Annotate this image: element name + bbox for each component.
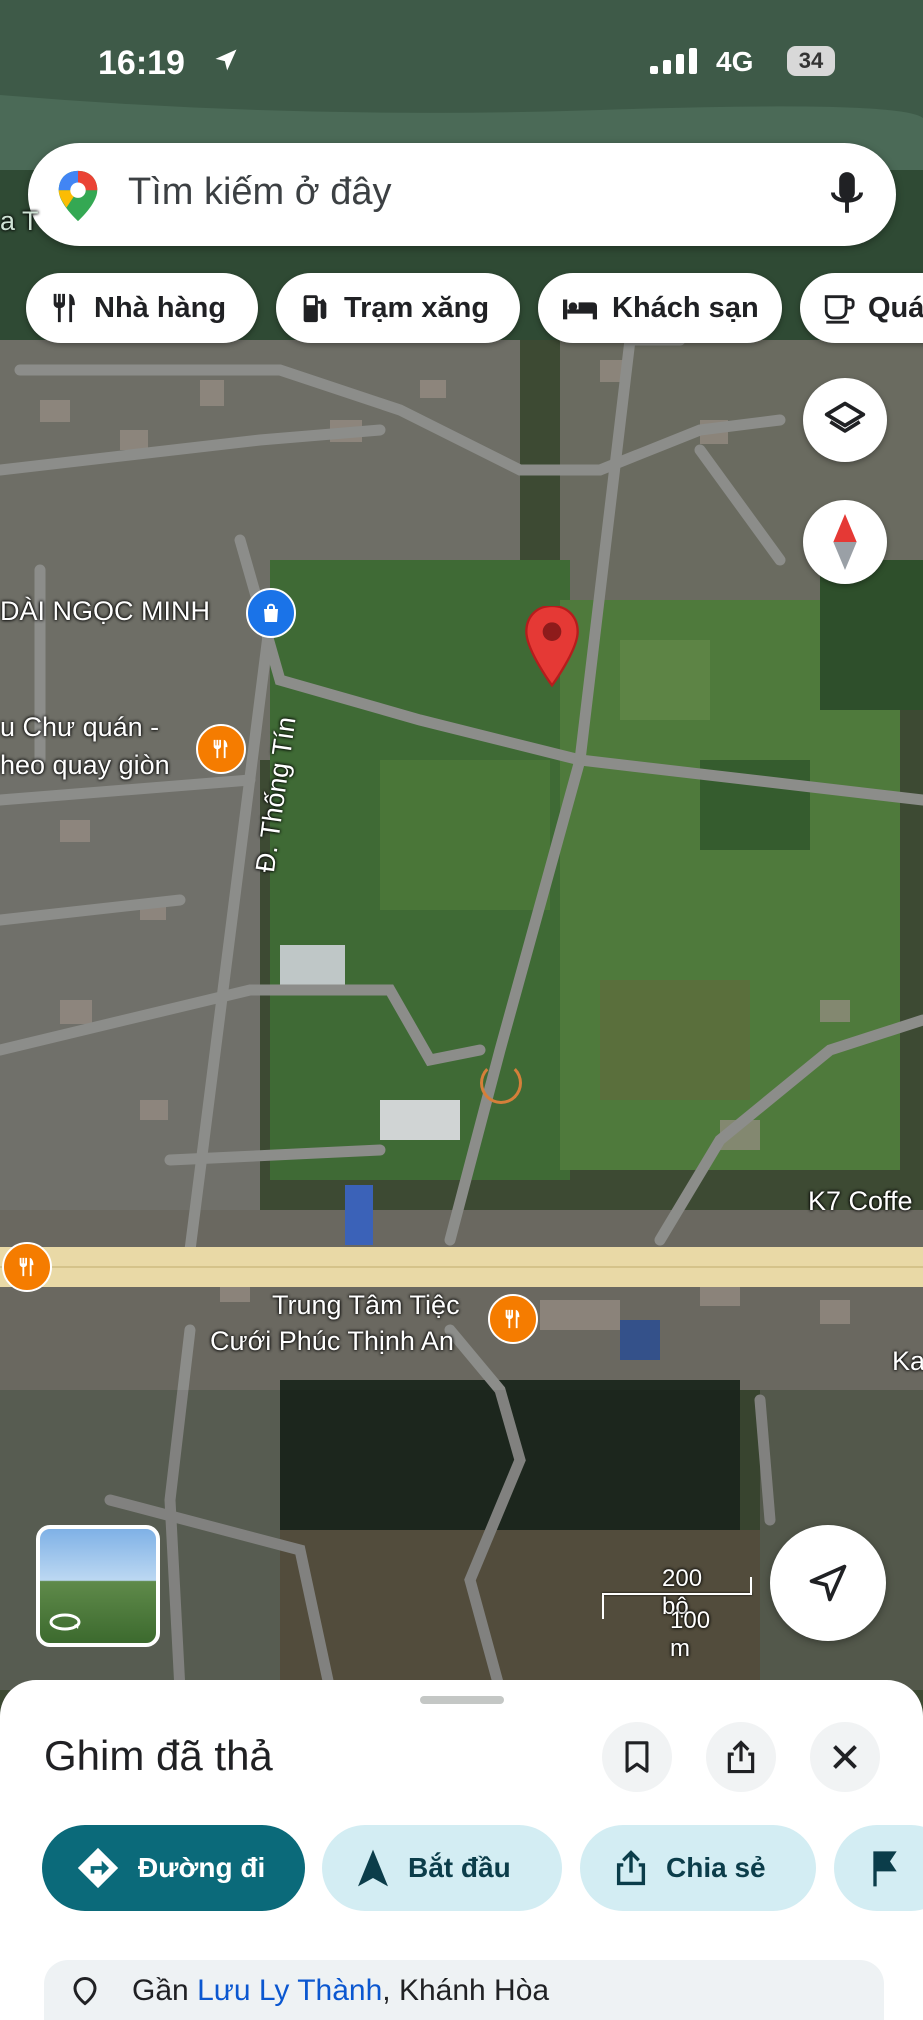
save-button[interactable] — [602, 1722, 672, 1792]
layers-button[interactable] — [803, 378, 887, 462]
close-button[interactable] — [810, 1722, 880, 1792]
layers-icon — [824, 401, 866, 433]
location-pin-icon — [70, 1976, 100, 2014]
sheet-title: Ghim đã thả — [44, 1732, 273, 1779]
compass-button[interactable] — [803, 500, 887, 584]
network-type: 4G — [716, 46, 754, 77]
gas-pump-icon — [303, 295, 327, 323]
coffee-cup-icon — [824, 295, 855, 324]
poi-label[interactable]: Cưới Phúc Thịnh An — [210, 1326, 454, 1357]
loading-spinner-icon — [480, 1062, 522, 1104]
status-bar: 16:19 4G 34 — [0, 30, 923, 100]
action-label: Chia sẻ — [666, 1852, 766, 1883]
chip-label: Quá — [868, 291, 923, 324]
scale-tick — [750, 1577, 752, 1595]
dropped-pin-icon[interactable] — [524, 604, 580, 695]
flag-icon — [873, 1851, 897, 1887]
rotate-360-icon — [48, 1611, 82, 1638]
poi-label[interactable]: Ka — [892, 1346, 923, 1377]
map-edge-label: a T — [0, 206, 39, 236]
bookmark-icon — [625, 1741, 649, 1773]
street-view-thumbnail[interactable] — [36, 1525, 160, 1647]
shopping-bag-icon[interactable] — [246, 588, 296, 638]
poi-label[interactable]: DÀI NGỌC MINH — [0, 596, 210, 627]
bed-icon — [563, 299, 597, 320]
chip-label: Trạm xăng — [344, 291, 490, 324]
google-maps-pin-icon — [54, 169, 102, 228]
action-label: Đường đi — [138, 1852, 266, 1883]
start-button[interactable]: Bắt đầu — [322, 1825, 562, 1911]
restaurant-marker-icon[interactable] — [2, 1242, 52, 1292]
location-arrow-icon — [212, 46, 240, 79]
chip-restaurants[interactable]: Nhà hàng — [26, 273, 258, 343]
share-icon — [727, 1740, 755, 1774]
address-link[interactable]: Lưu Ly Thành — [197, 1974, 382, 2007]
poi-label[interactable]: heo quay giòn — [0, 750, 170, 781]
place-bottom-sheet[interactable]: Ghim đã thả Đường đi Bắt đầu Chia sẻ Gần… — [0, 1680, 923, 2020]
chip-label: Khách sạn — [612, 291, 759, 324]
search-bar[interactable]: Tìm kiếm ở đây — [28, 143, 896, 246]
status-time: 16:19 — [98, 44, 185, 82]
drag-handle[interactable] — [420, 1696, 504, 1704]
flag-button[interactable] — [834, 1825, 923, 1911]
poi-label[interactable]: u Chư quán - — [0, 712, 159, 743]
restaurant-marker-icon[interactable] — [196, 724, 246, 774]
scale-tick — [602, 1593, 604, 1619]
share-icon-button[interactable] — [706, 1722, 776, 1792]
chip-gas-stations[interactable]: Trạm xăng — [276, 273, 520, 343]
chip-label: Nhà hàng — [94, 291, 227, 324]
my-location-button[interactable] — [770, 1525, 886, 1641]
restaurant-marker-icon[interactable] — [488, 1294, 538, 1344]
navigation-arrow-icon — [809, 1564, 847, 1602]
address-suffix: , Khánh Hòa — [382, 1974, 550, 2007]
fork-knife-icon — [53, 293, 75, 323]
cellular-signal-icon — [650, 48, 702, 79]
close-icon — [833, 1745, 857, 1769]
chip-hotels[interactable]: Khách sạn — [538, 273, 782, 343]
address-prefix: Gần — [132, 1974, 189, 2007]
address-row[interactable]: Gần Lưu Ly Thành, Khánh Hòa — [44, 1960, 884, 2020]
chip-cafes[interactable]: Quá — [800, 273, 923, 343]
scale-bar — [602, 1593, 752, 1595]
action-label: Bắt đầu — [408, 1852, 511, 1883]
directions-button[interactable]: Đường đi — [42, 1825, 305, 1911]
scale-metric: 100 m — [670, 1607, 711, 1662]
compass-icon — [833, 514, 857, 570]
poi-label[interactable]: Trung Tâm Tiệc — [272, 1290, 460, 1321]
navigation-arrow-icon — [358, 1849, 388, 1887]
microphone-icon[interactable] — [828, 169, 866, 224]
share-icon — [616, 1850, 646, 1886]
directions-icon — [77, 1847, 119, 1889]
search-input[interactable]: Tìm kiếm ở đây — [128, 171, 392, 214]
address-text: Gần Lưu Ly Thành, Khánh Hòa — [132, 1974, 549, 2008]
share-button[interactable]: Chia sẻ — [580, 1825, 816, 1911]
battery-icon: 34 — [787, 46, 835, 76]
poi-label[interactable]: K7 Coffe — [808, 1186, 913, 1217]
